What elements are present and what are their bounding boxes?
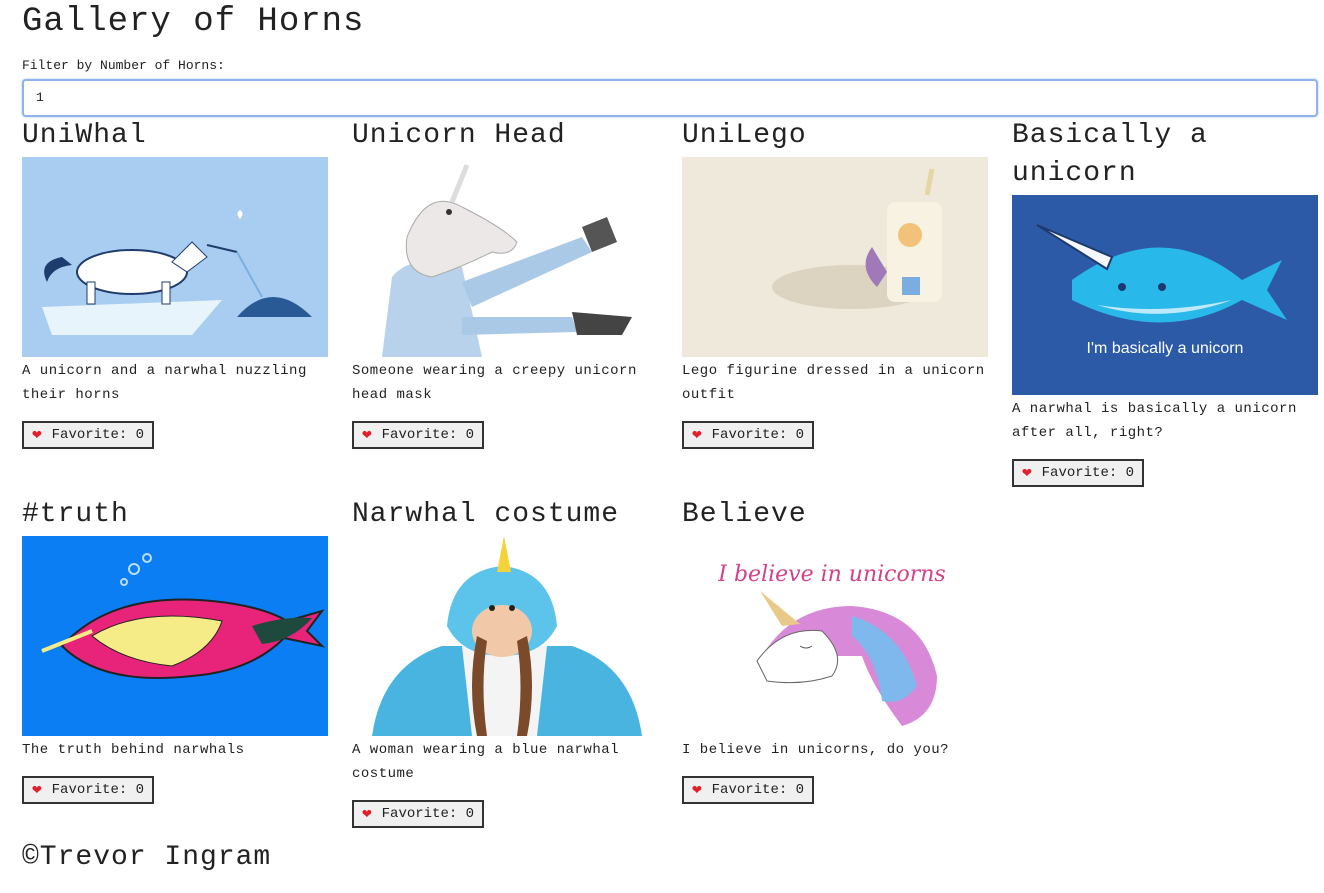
image-caption: I believe in unicorns — [717, 562, 945, 587]
card-image — [352, 157, 658, 357]
favorite-label: Favorite: 0 — [381, 806, 475, 822]
card-title: UniWhal — [22, 120, 147, 151]
favorite-button[interactable]: ❤ Favorite: 0 — [22, 776, 155, 804]
card-image: I'm basically a unicorn — [1012, 195, 1318, 395]
heart-icon: ❤ — [32, 781, 42, 799]
card-image — [682, 157, 988, 357]
favorite-label: Favorite: 0 — [1041, 465, 1135, 481]
card-description: A woman wearing a blue narwhal costume — [352, 742, 620, 782]
heart-icon: ❤ — [692, 426, 702, 444]
card-description: A narwhal is basically a unicorn after a… — [1012, 401, 1297, 441]
card-title: Unicorn Head — [352, 120, 566, 151]
page-title: Gallery of Horns — [22, 3, 365, 41]
favorite-label: Favorite: 0 — [51, 782, 145, 798]
gallery-card: Basically a unicorn I'm basically a unic… — [1012, 117, 1318, 487]
gallery-page: Gallery of Horns Filter by Number of Hor… — [0, 0, 1324, 828]
favorite-label: Favorite: 0 — [711, 427, 805, 443]
heart-icon: ❤ — [1022, 464, 1032, 482]
card-description: Someone wearing a creepy unicorn head ma… — [352, 363, 637, 403]
card-description: A unicorn and a narwhal nuzzling their h… — [22, 363, 307, 403]
heart-icon: ❤ — [32, 426, 42, 444]
card-image: I believe in unicorns — [682, 536, 988, 736]
favorite-button[interactable]: ❤ Favorite: 0 — [22, 421, 155, 449]
favorite-label: Favorite: 0 — [711, 782, 805, 798]
card-title: #truth — [22, 499, 129, 530]
heart-icon: ❤ — [362, 805, 372, 823]
favorite-button[interactable]: ❤ Favorite: 0 — [682, 776, 815, 804]
horn-filter-select[interactable]: 1 — [22, 79, 1318, 117]
gallery-card: Unicorn Head Someone wearing a creepy un… — [352, 117, 658, 449]
filter-label: Filter by Number of Horns: — [22, 58, 225, 73]
heart-icon: ❤ — [362, 426, 372, 444]
image-caption: I'm basically a unicorn — [1087, 340, 1244, 357]
favorite-label: Favorite: 0 — [51, 427, 145, 443]
gallery-card: UniLego Lego figurine dressed in a unico… — [682, 117, 988, 449]
card-description: The truth behind narwhals — [22, 742, 245, 758]
footer-credit: ©Trevor Ingram — [22, 842, 272, 873]
favorite-label: Favorite: 0 — [381, 427, 475, 443]
gallery-card: #truth The truth behind narwhals ❤ Favori… — [22, 496, 328, 804]
card-description: I believe in unicorns, do you? — [682, 742, 950, 758]
gallery-card: Believe I believe in unicorns I believe … — [682, 496, 988, 804]
card-image — [22, 157, 328, 357]
gallery-card: Narwhal costume A woman wearing a blue n… — [352, 496, 658, 828]
card-image — [352, 536, 658, 736]
card-image — [22, 536, 328, 736]
card-title: UniLego — [682, 120, 807, 151]
favorite-button[interactable]: ❤ Favorite: 0 — [352, 421, 485, 449]
card-title: Narwhal costume — [352, 499, 620, 530]
gallery-card: UniWhal A unicorn and a narwhal nuzzling — [22, 117, 328, 449]
favorite-button[interactable]: ❤ Favorite: 0 — [352, 800, 485, 828]
favorite-button[interactable]: ❤ Favorite: 0 — [1012, 459, 1145, 487]
card-title: Basically a unicorn — [1012, 120, 1208, 189]
card-title: Believe — [682, 499, 807, 530]
card-description: Lego figurine dressed in a unicorn outfi… — [682, 363, 985, 403]
heart-icon: ❤ — [692, 781, 702, 799]
favorite-button[interactable]: ❤ Favorite: 0 — [682, 421, 815, 449]
gallery-grid: UniWhal A unicorn and a narwhal nuzzling — [22, 117, 1318, 828]
